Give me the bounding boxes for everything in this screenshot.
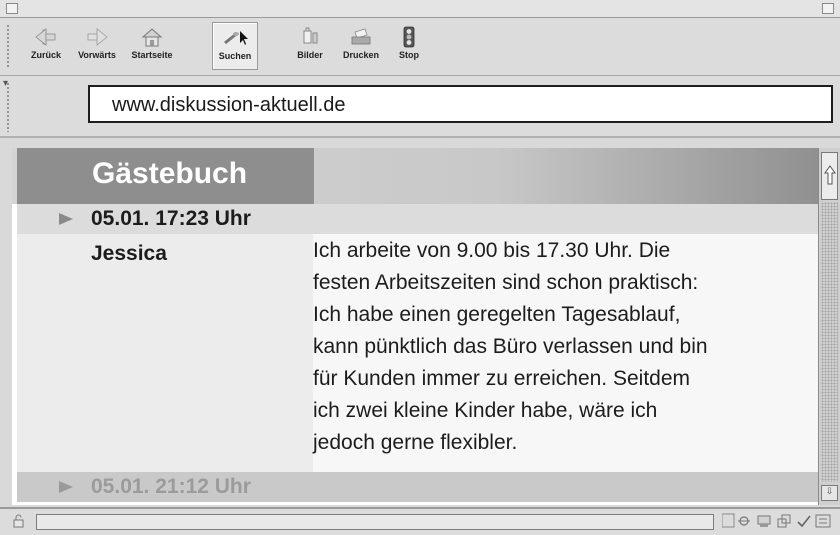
back-button-label: Zurück (30, 50, 61, 60)
status-tray-icons (722, 513, 831, 528)
back-arrow-icon (35, 28, 56, 46)
message-line: Ich arbeite von 9.00 bis 17.30 Uhr. Die (313, 239, 671, 262)
guestbook-entry: Jessica Ich arbeite von 9.00 bis 17.30 U… (17, 234, 818, 472)
header-title-box: Gästebuch (17, 148, 314, 204)
search-button[interactable]: Suchen (212, 22, 258, 70)
window-menu-button[interactable] (6, 3, 18, 14)
entry-timestamp: 05.01. 21:12 Uhr (91, 475, 251, 498)
images-button[interactable]: Bilder (292, 22, 328, 70)
entry-message: Ich arbeite von 9.00 bis 17.30 Uhr. Die … (313, 234, 818, 472)
browser-toolbar: Zurück Vorwärts Startseite Suchen Bilder… (0, 18, 840, 76)
print-button[interactable]: Drucken (338, 22, 384, 70)
images-icon (303, 27, 318, 44)
scroll-track[interactable] (821, 202, 838, 482)
triangle-right-icon (59, 481, 73, 493)
scroll-up-button[interactable] (821, 152, 838, 200)
status-text-field (36, 514, 714, 530)
toolbar-grip[interactable] (6, 24, 10, 68)
entry-timestamp: 05.01. 17:23 Uhr (91, 207, 251, 230)
entry-author-column: Jessica (17, 234, 313, 472)
stop-button[interactable]: Stop (392, 22, 426, 70)
address-row: ▾ www.diskussion-aktuell.de (0, 76, 840, 138)
forward-button[interactable]: Vorwärts (72, 22, 122, 70)
window-zoom-button[interactable] (822, 3, 834, 14)
forward-arrow-icon (87, 28, 108, 46)
print-button-label: Drucken (342, 50, 379, 60)
address-url: www.diskussion-aktuell.de (112, 94, 346, 116)
images-button-label: Bilder (297, 50, 323, 60)
message-line: kann pünktlich das Büro verlassen und bi… (313, 335, 708, 358)
address-bar[interactable]: www.diskussion-aktuell.de (88, 85, 833, 123)
status-bar (0, 507, 840, 535)
stop-icon (403, 26, 415, 48)
stop-button-label: Stop (399, 50, 419, 60)
arrow-up-icon (823, 165, 836, 185)
address-grip[interactable] (6, 82, 10, 132)
message-line: Ich habe einen geregelten Tagesablauf, (313, 303, 681, 326)
message-line: ich zwei kleine Kinder habe, wäre ich (313, 399, 658, 422)
lock-icon (13, 514, 24, 528)
message-line: für Kunden immer zu erreichen. Seitdem (313, 367, 691, 390)
page-title: Gästebuch (92, 157, 248, 190)
page-content: Gästebuch 05.01. 17:23 Uhr Jessica Ich a… (12, 148, 818, 505)
home-icon (141, 28, 163, 47)
window-titlebar (0, 0, 840, 18)
entry-date-row[interactable]: 05.01. 21:12 Uhr (17, 472, 818, 502)
home-button[interactable]: Startseite (124, 22, 180, 70)
entry-author: Jessica (91, 242, 167, 265)
print-icon (351, 28, 371, 45)
triangle-right-icon (59, 213, 73, 225)
search-button-label: Suchen (218, 51, 252, 61)
forward-button-label: Vorwärts (78, 50, 116, 60)
message-line: festen Arbeitszeiten sind schon praktisc… (313, 271, 699, 294)
entry-date-row[interactable]: 05.01. 17:23 Uhr (17, 204, 818, 234)
header-band: Gästebuch (12, 148, 818, 204)
back-button[interactable]: Zurück (22, 22, 70, 70)
scroll-down-button[interactable]: ⇩ (821, 485, 838, 501)
message-line: jedoch gerne flexibler. (313, 431, 518, 454)
search-icon (224, 31, 248, 45)
home-button-label: Startseite (131, 50, 173, 60)
vertical-scrollbar[interactable]: ⇩ (818, 148, 840, 505)
browser-window: Zurück Vorwärts Startseite Suchen Bilder… (0, 0, 840, 535)
